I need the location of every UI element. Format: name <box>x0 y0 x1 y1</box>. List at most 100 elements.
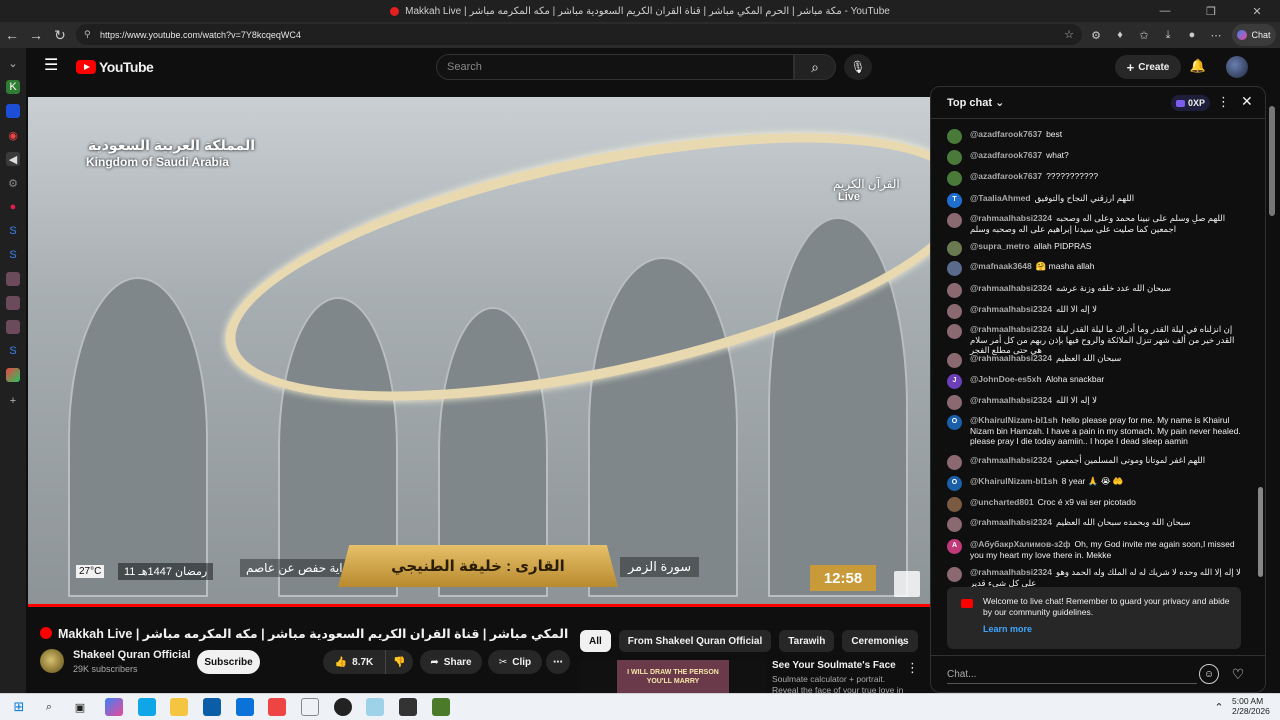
reload-icon[interactable]: ↻ <box>48 23 72 47</box>
recommendation-title[interactable]: See Your Soulmate's Face <box>772 660 896 671</box>
chat-author[interactable]: @azadfarook7637 <box>970 171 1042 181</box>
avatar[interactable] <box>947 455 962 470</box>
chat-message[interactable]: A @АбубакрХалимов-з2ф Oh, my God invite me… <box>947 539 1247 560</box>
chat-message[interactable]: O @KhairulNizam-bl1sh hello please pray fo… <box>947 415 1247 447</box>
clip-button[interactable]: ✂ Clip <box>488 650 542 674</box>
close-icon[interactable]: ✕ <box>1241 93 1253 110</box>
address-bar[interactable]: ⚲ https://www.youtube.com/watch?v=7Y8kcq… <box>76 24 1082 45</box>
copilot-icon[interactable] <box>105 698 123 716</box>
chat-message[interactable]: @rahmaalhabsi2324 اللهم اغفر لموتانا وموت… <box>947 455 1247 470</box>
more-actions-button[interactable]: ⋯ <box>546 650 570 674</box>
profile-icon[interactable]: ● <box>1184 27 1200 43</box>
avatar[interactable] <box>947 171 962 186</box>
menu-icon[interactable]: ☰ <box>44 58 62 74</box>
extension-icon[interactable]: ⚙ <box>1088 27 1104 43</box>
chat-message-list[interactable]: @azadfarook7637 best @azadfarook7637 what? @… <box>931 119 1265 587</box>
chat-author[interactable]: @azadfarook7637 <box>970 150 1042 160</box>
add-icon[interactable]: + <box>6 394 20 408</box>
chat-author[interactable]: @rahmaalhabsi2324 <box>970 455 1052 465</box>
chat-author[interactable]: @TaaliaAhmed <box>970 193 1031 203</box>
edge-icon[interactable] <box>138 698 156 716</box>
site-info-icon[interactable]: ⚲ <box>84 29 94 40</box>
youtube-app-icon[interactable] <box>268 698 286 716</box>
avatar[interactable]: O <box>947 415 962 430</box>
scrollbar-thumb[interactable] <box>1269 106 1275 216</box>
favorites-icon[interactable]: ✩ <box>1136 27 1152 43</box>
downloads-icon[interactable]: ⤓ <box>1160 27 1176 43</box>
dislike-button[interactable]: 👎 <box>385 650 413 674</box>
chat-author[interactable]: @mafnaak3648 <box>970 261 1032 271</box>
chat-author[interactable]: @azadfarook7637 <box>970 129 1042 139</box>
chip-from-channel[interactable]: From Shakeel Quran Official <box>618 630 772 652</box>
avatar[interactable] <box>947 353 962 368</box>
search-icon[interactable]: ⌕ <box>40 698 58 716</box>
avatar[interactable]: O <box>947 476 962 491</box>
avatar[interactable] <box>947 395 962 410</box>
avatar[interactable]: J <box>947 374 962 389</box>
search-input[interactable]: Search <box>436 54 794 80</box>
chat-message[interactable]: @rahmaalhabsi2324 لا إله إلا الله وحده لا… <box>947 567 1247 587</box>
channel-name[interactable]: Shakeel Quran Official <box>73 649 190 661</box>
chip-all[interactable]: All <box>580 630 611 652</box>
favorite-star-icon[interactable]: ☆ <box>1064 28 1074 41</box>
avatar[interactable] <box>947 261 962 276</box>
like-button[interactable]: 👍 8.7K <box>323 650 385 674</box>
restore-icon[interactable]: ❐ <box>1188 0 1234 22</box>
task-view-icon[interactable]: ▣ <box>71 698 89 716</box>
settings-icon[interactable]: ⚙ <box>6 176 20 190</box>
avatar[interactable] <box>947 283 962 298</box>
avatar[interactable] <box>1226 56 1248 78</box>
avatar[interactable] <box>947 304 962 319</box>
avatar[interactable] <box>947 497 962 512</box>
start-icon[interactable]: ⊞ <box>10 698 28 716</box>
app-icon[interactable] <box>432 698 450 716</box>
record-icon[interactable]: ◉ <box>6 128 20 142</box>
chat-message[interactable]: @rahmaalhabsi2324 سبحان الله العظيم <box>947 353 1247 368</box>
chat-author[interactable]: @supra_metro <box>970 241 1030 251</box>
youtube-logo[interactable]: YouTube <box>76 59 154 75</box>
live-progress-bar[interactable] <box>28 604 930 607</box>
share-button[interactable]: ➦ Share <box>420 650 482 674</box>
avatar[interactable] <box>947 213 962 228</box>
chat-author[interactable]: @KhairulNizam-bl1sh <box>970 415 1058 425</box>
chat-author[interactable]: @KhairulNizam-bl1sh <box>970 476 1058 486</box>
chat-message[interactable]: @supra_metro allah PIDPRAS <box>947 241 1247 256</box>
chat-author[interactable]: @rahmaalhabsi2324 <box>970 517 1052 527</box>
chat-author[interactable]: @JohnDoe-es5xh <box>970 374 1042 384</box>
chat-message[interactable]: @rahmaalhabsi2324 اللهم صلِ وسلم على نبين… <box>947 213 1247 234</box>
extension-icon[interactable]: ♦ <box>1112 27 1128 43</box>
outlook-icon[interactable] <box>236 698 254 716</box>
xp-badge[interactable]: 0XP <box>1171 95 1211 111</box>
avatar[interactable] <box>947 567 962 582</box>
recommendation-thumbnail[interactable]: I WILL DRAW THE PERSON YOU'LL MARRY <box>580 660 766 693</box>
avatar[interactable]: T <box>947 193 962 208</box>
forward-icon[interactable]: → <box>24 23 48 47</box>
app-icon[interactable]: S <box>6 248 20 262</box>
chat-message[interactable]: @mafnaak3648 🤗 masha allah <box>947 261 1247 276</box>
app-icon[interactable] <box>6 272 20 286</box>
chat-message[interactable]: @rahmaalhabsi2324 سبحان الله عدد خلقه وزن… <box>947 283 1247 298</box>
chat-message[interactable]: @azadfarook7637 what? <box>947 150 1247 165</box>
avatar[interactable]: A <box>947 539 962 554</box>
video-player[interactable]: المملكة العربية السعودية Kingdom of Saud… <box>28 97 930 604</box>
chat-scrollbar[interactable] <box>1258 127 1263 587</box>
copilot-chat-button[interactable]: Chat <box>1232 24 1276 46</box>
chat-message[interactable]: @rahmaalhabsi2324 لا إله الا الله <box>947 304 1247 319</box>
microphone-icon[interactable]: 🎙 <box>844 54 872 80</box>
avatar[interactable] <box>947 324 962 339</box>
app-icon[interactable] <box>399 698 417 716</box>
speaker-icon[interactable]: ◀ <box>6 152 20 166</box>
app-icon[interactable] <box>6 320 20 334</box>
page-scrollbar[interactable] <box>1268 86 1276 686</box>
app-icon[interactable] <box>6 104 20 118</box>
chip-tarawih[interactable]: Tarawih <box>779 630 835 652</box>
emoji-icon[interactable]: ☺ <box>1199 664 1219 684</box>
chat-author[interactable]: @АбубакрХалимов-з2ф <box>970 539 1070 549</box>
avatar[interactable] <box>947 241 962 256</box>
notifications-bell-icon[interactable]: 🔔 <box>1189 57 1207 75</box>
chevron-up-icon[interactable]: ⌃ <box>1210 698 1228 716</box>
chat-author[interactable]: @rahmaalhabsi2324 <box>970 353 1052 363</box>
chat-author[interactable]: @rahmaalhabsi2324 <box>970 304 1052 314</box>
chat-author[interactable]: @rahmaalhabsi2324 <box>970 283 1052 293</box>
collapse-icon[interactable]: ⌄ <box>6 56 20 70</box>
